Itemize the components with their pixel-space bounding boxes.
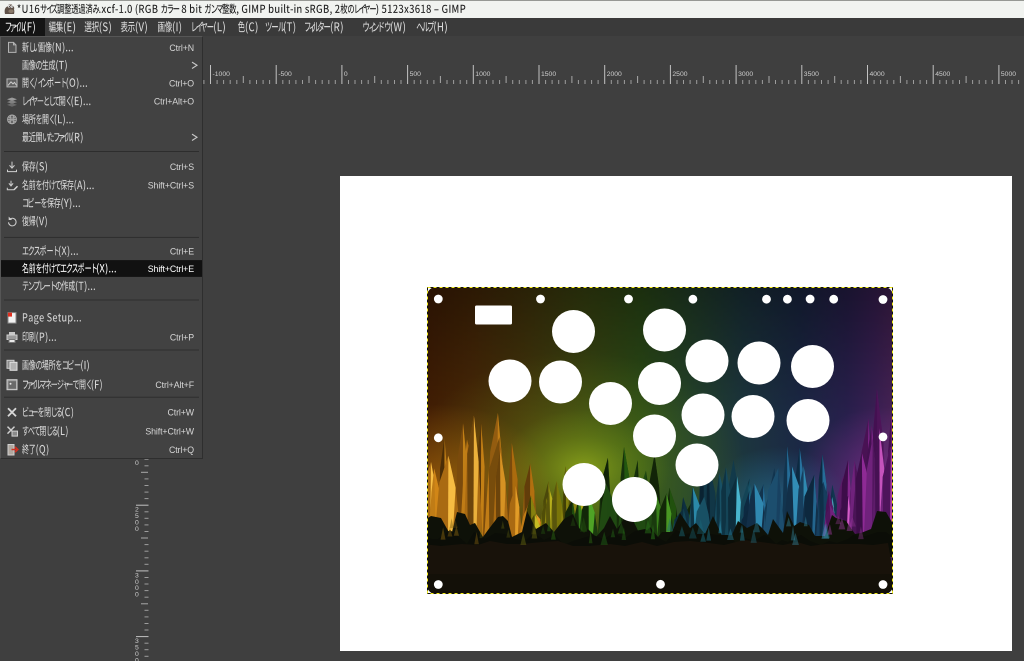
svg-text:1500: 1500	[541, 71, 556, 78]
svg-text:Ctrl+Alt+O: Ctrl+Alt+O	[154, 97, 194, 107]
svg-text:Shift+Ctrl+W: Shift+Ctrl+W	[145, 427, 194, 437]
svg-text:-500: -500	[278, 71, 292, 78]
svg-text:4500: 4500	[935, 71, 950, 78]
svg-text:3500: 3500	[804, 71, 819, 78]
svg-text:Ctrl+S: Ctrl+S	[170, 162, 194, 172]
svg-text:0: 0	[135, 657, 139, 661]
svg-text:500: 500	[410, 71, 422, 78]
svg-text:0: 0	[135, 592, 139, 599]
svg-text:0: 0	[135, 460, 139, 467]
svg-text:-1000: -1000	[213, 71, 231, 78]
svg-text:Ctrl+E: Ctrl+E	[170, 246, 194, 256]
svg-text:2000: 2000	[607, 71, 622, 78]
svg-text:5000: 5000	[1001, 71, 1016, 78]
svg-text:2500: 2500	[672, 71, 687, 78]
svg-text:Ctrl+Alt+F: Ctrl+Alt+F	[155, 380, 194, 390]
svg-text:Ctrl+N: Ctrl+N	[169, 43, 194, 53]
svg-text:1000: 1000	[475, 71, 490, 78]
svg-text:Ctrl+O: Ctrl+O	[169, 78, 194, 88]
svg-text:4000: 4000	[870, 71, 885, 78]
svg-text:Shift+Ctrl+E: Shift+Ctrl+E	[148, 264, 194, 274]
svg-text:3000: 3000	[738, 71, 753, 78]
svg-text:Ctrl+Q: Ctrl+Q	[169, 445, 194, 455]
svg-text:Ctrl+P: Ctrl+P	[170, 332, 194, 342]
svg-text:Ctrl+W: Ctrl+W	[167, 408, 194, 418]
svg-text:Shift+Ctrl+S: Shift+Ctrl+S	[148, 181, 194, 191]
svg-text:0: 0	[135, 526, 139, 533]
svg-text:0: 0	[344, 71, 348, 78]
